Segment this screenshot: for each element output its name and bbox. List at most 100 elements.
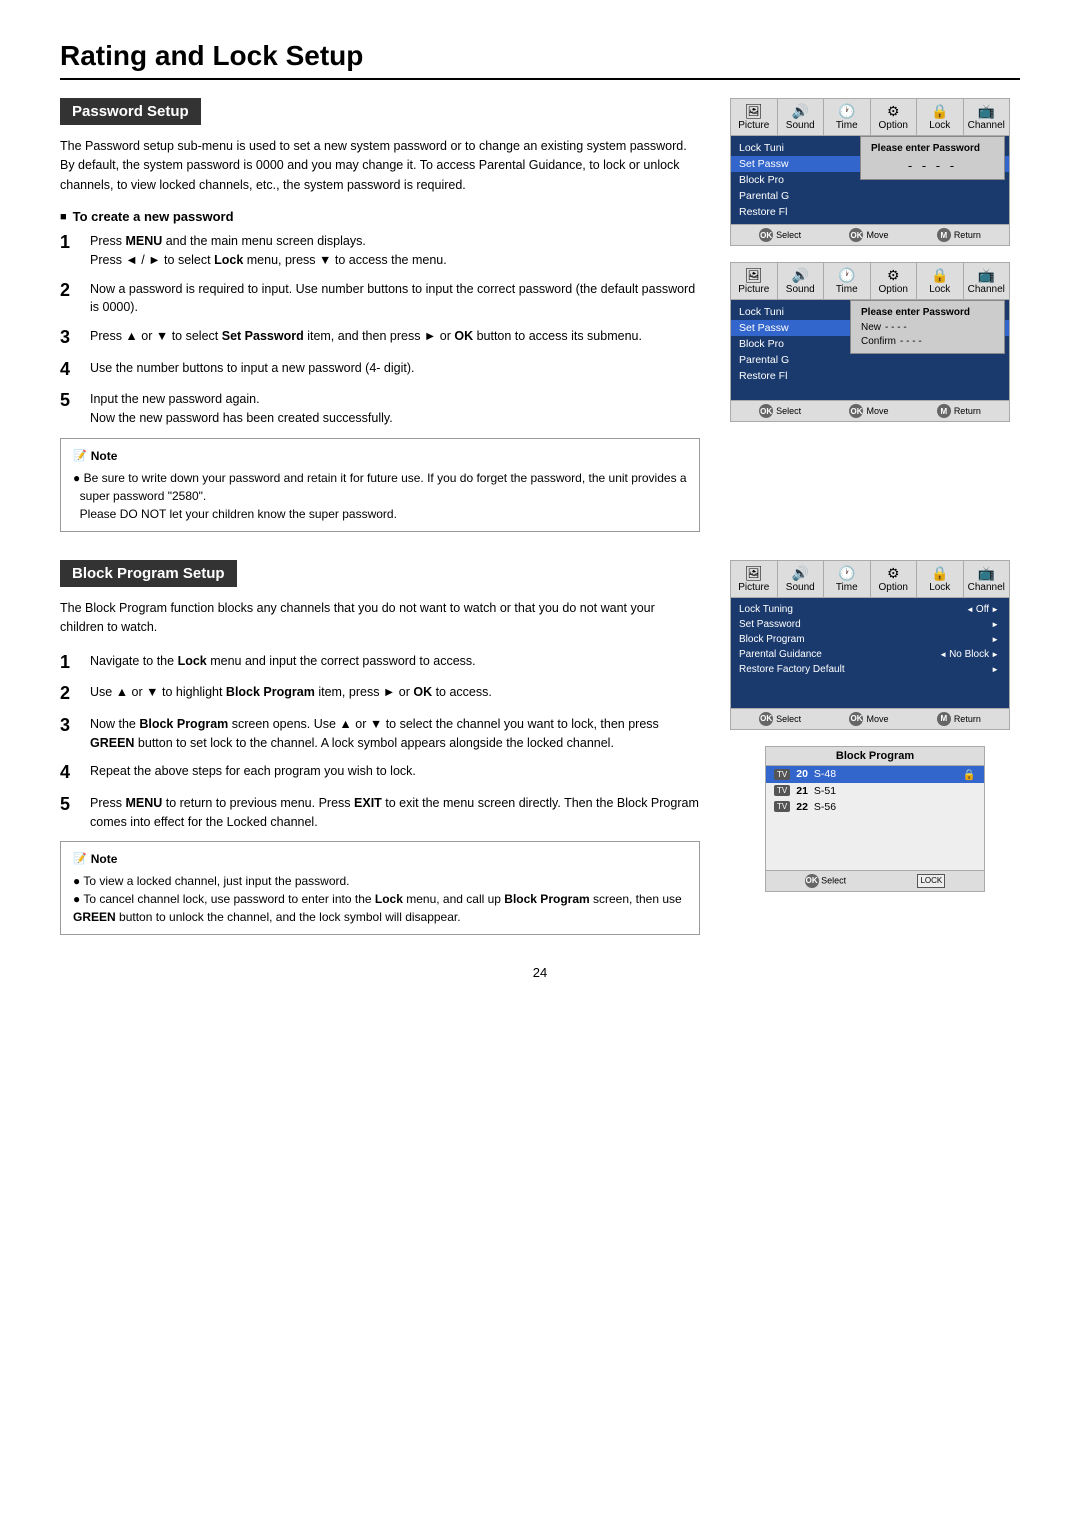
channel-name-20: S-48 bbox=[814, 768, 836, 780]
arrow-right-setpw: ► bbox=[991, 620, 999, 629]
password-steps: 1 Press MENU and the main menu screen di… bbox=[60, 232, 700, 428]
menu-row-lock-tuning: Lock Tuning ◄ Off ► bbox=[731, 602, 1009, 617]
row-label-block-program: Block Program bbox=[739, 634, 989, 645]
ok-btn-2: OK bbox=[849, 228, 863, 242]
footer-select-2: OK Select bbox=[759, 404, 801, 418]
block-step-5-content: Press MENU to return to previous menu. P… bbox=[90, 794, 700, 832]
ok-btn-5: OK bbox=[759, 712, 773, 726]
lock-btn-label: LOCK bbox=[917, 874, 945, 888]
tab-channel: 📺Channel bbox=[964, 99, 1010, 135]
step-num-3: 3 bbox=[60, 327, 78, 349]
lock-icon-20: 🔒 bbox=[963, 768, 976, 781]
block-step-2: 2 Use ▲ or ▼ to highlight Block Program … bbox=[60, 683, 700, 705]
row-label-set-password: Set Password bbox=[739, 619, 989, 630]
block-steps: 1 Navigate to the Lock menu and input th… bbox=[60, 652, 700, 832]
menu-parental-2: Parental G bbox=[731, 352, 1009, 368]
confirm-dots: - - - - bbox=[900, 336, 922, 347]
ok-btn-6: OK bbox=[849, 712, 863, 726]
dialog-title-2: Please enter Password bbox=[861, 307, 994, 318]
footer-move-3: OK Move bbox=[849, 712, 888, 726]
footer-move-1: OK Move bbox=[849, 228, 888, 242]
step-num-1: 1 bbox=[60, 232, 78, 270]
tv-header-3: 🖼Picture 🔊Sound 🕐Time ⚙Option 🔒Lock 📺Cha… bbox=[731, 561, 1009, 598]
step-5: 5 Input the new password again. Now the … bbox=[60, 390, 700, 428]
menu-btn-2: M bbox=[937, 404, 951, 418]
page-title: Rating and Lock Setup bbox=[60, 40, 1020, 80]
block-step-num-3: 3 bbox=[60, 715, 78, 753]
footer-move-2: OK Move bbox=[849, 404, 888, 418]
tab-sound-3: 🔊Sound bbox=[778, 561, 825, 597]
tv-badge-21: TV bbox=[774, 785, 790, 796]
tv-footer-1: OK Select OK Move M Return bbox=[731, 224, 1009, 245]
menu-parental: Parental G bbox=[731, 188, 1009, 204]
arrow-right-parental: ► bbox=[991, 650, 999, 659]
block-section-title: Block Program Setup bbox=[60, 560, 237, 587]
tv-body-2: Lock Tuni Set Passw Block Pro Parental G… bbox=[731, 300, 1009, 400]
dialog-dots-1: - - - - bbox=[871, 158, 994, 173]
block-note: Note ● To view a locked channel, just in… bbox=[60, 841, 700, 935]
footer-return-3: M Return bbox=[937, 712, 981, 726]
dialog-title-1: Please enter Password bbox=[871, 143, 994, 154]
password-dialog-1: Please enter Password - - - - bbox=[860, 136, 1005, 180]
tv-panel-2: 🖼Picture 🔊Sound 🕐Time ⚙Option 🔒Lock 📺Cha… bbox=[730, 262, 1010, 422]
block-step-1: 1 Navigate to the Lock menu and input th… bbox=[60, 652, 700, 674]
block-step-num-2: 2 bbox=[60, 683, 78, 705]
menu-restore: Restore Fl bbox=[731, 204, 1009, 220]
block-step-4: 4 Repeat the above steps for each progra… bbox=[60, 762, 700, 784]
new-dots: - - - - bbox=[885, 322, 907, 333]
tab-time-3: 🕐Time bbox=[824, 561, 871, 597]
val-lock-tuning: Off bbox=[976, 604, 989, 615]
block-step-1-content: Navigate to the Lock menu and input the … bbox=[90, 652, 700, 674]
menu-row-set-password: Set Password ► bbox=[731, 617, 1009, 632]
arrow-left-lock: ◄ bbox=[966, 605, 974, 614]
step-num-4: 4 bbox=[60, 359, 78, 381]
channel-num-21: 21 bbox=[796, 785, 808, 797]
tab-sound: 🔊Sound bbox=[778, 99, 825, 135]
channel-list-panel: Block Program TV 20 S-48 🔒 TV 21 S-51 TV… bbox=[765, 746, 985, 892]
block-tv-panels: 🖼Picture 🔊Sound 🕐Time ⚙Option 🔒Lock 📺Cha… bbox=[730, 560, 1020, 936]
tv-panels-right: 🖼Picture 🔊Sound 🕐Time ⚙Option 🔒Lock 📺Cha… bbox=[730, 98, 1020, 532]
block-step-5: 5 Press MENU to return to previous menu.… bbox=[60, 794, 700, 832]
step-num-2: 2 bbox=[60, 280, 78, 318]
menu-btn-1: M bbox=[937, 228, 951, 242]
block-note-text: ● To view a locked channel, just input t… bbox=[73, 872, 687, 926]
tab-lock-2: 🔒Lock bbox=[917, 263, 964, 299]
arrow-right-block: ► bbox=[991, 635, 999, 644]
block-step-3-content: Now the Block Program screen opens. Use … bbox=[90, 715, 700, 753]
footer-return-2: M Return bbox=[937, 404, 981, 418]
note-text-1: ● Be sure to write down your password an… bbox=[73, 469, 687, 523]
step-num-5: 5 bbox=[60, 390, 78, 428]
tab-sound-2: 🔊Sound bbox=[778, 263, 825, 299]
tab-channel-2: 📺Channel bbox=[964, 263, 1010, 299]
tab-time-2: 🕐Time bbox=[824, 263, 871, 299]
block-step-2-content: Use ▲ or ▼ to highlight Block Program it… bbox=[90, 683, 700, 705]
channel-name-21: S-51 bbox=[814, 785, 836, 797]
channel-footer-lock: LOCK bbox=[917, 874, 945, 888]
tab-lock: 🔒Lock bbox=[917, 99, 964, 135]
step-4-content: Use the number buttons to input a new pa… bbox=[90, 359, 700, 381]
password-intro: The Password setup sub-menu is used to s… bbox=[60, 137, 700, 195]
tv-panel-1: 🖼Picture 🔊Sound 🕐Time ⚙Option 🔒Lock 📺Cha… bbox=[730, 98, 1010, 246]
ok-btn-channel: OK bbox=[805, 874, 819, 888]
channel-item-21: TV 21 S-51 bbox=[766, 783, 984, 799]
row-label-restore: Restore Factory Default bbox=[739, 664, 989, 675]
arrow-right-restore: ► bbox=[991, 665, 999, 674]
block-intro: The Block Program function blocks any ch… bbox=[60, 599, 700, 638]
tv-badge-20: TV bbox=[774, 769, 790, 780]
tv-footer-2: OK Select OK Move M Return bbox=[731, 400, 1009, 421]
channel-name-22: S-56 bbox=[814, 801, 836, 813]
block-step-num-4: 4 bbox=[60, 762, 78, 784]
row-label-parental: Parental Guidance bbox=[739, 649, 937, 660]
ok-btn-4: OK bbox=[849, 404, 863, 418]
tv-panel-3: 🖼Picture 🔊Sound 🕐Time ⚙Option 🔒Lock 📺Cha… bbox=[730, 560, 1010, 730]
tv-body-1: Lock Tuni Set Passw Block Pro Parental G… bbox=[731, 136, 1009, 224]
tv-header-1: 🖼Picture 🔊Sound 🕐Time ⚙Option 🔒Lock 📺Cha… bbox=[731, 99, 1009, 136]
channel-num-20: 20 bbox=[796, 768, 808, 780]
tab-channel-3: 📺Channel bbox=[964, 561, 1010, 597]
tab-lock-3: 🔒Lock bbox=[917, 561, 964, 597]
footer-return-1: M Return bbox=[937, 228, 981, 242]
note-title-2: Note bbox=[73, 850, 687, 868]
val-parental: No Block bbox=[949, 649, 989, 660]
arrow-right-lock: ► bbox=[991, 605, 999, 614]
channel-footer: OK Select LOCK bbox=[766, 870, 984, 891]
